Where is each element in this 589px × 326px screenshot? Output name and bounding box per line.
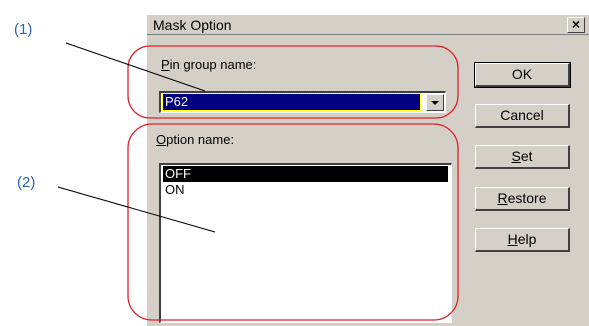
restore-button[interactable]: Restore <box>475 187 570 211</box>
callout-label-2: (2) <box>17 174 36 191</box>
help-button-label: Help <box>507 231 537 247</box>
pin-group-label: Pin group name: <box>161 57 256 72</box>
dropdown-arrow-icon[interactable] <box>426 94 444 111</box>
pin-group-value: P62 <box>162 93 421 111</box>
pin-group-select[interactable]: P62 <box>159 91 446 113</box>
ok-button[interactable]: OK <box>474 62 571 88</box>
close-icon: × <box>571 16 581 32</box>
option-item-off[interactable]: OFF <box>163 166 448 182</box>
option-item-on[interactable]: ON <box>163 182 448 198</box>
callout-label-1: (1) <box>14 21 33 38</box>
close-button[interactable]: × <box>567 17 585 33</box>
restore-button-label: Restore <box>497 190 547 206</box>
help-button[interactable]: Help <box>475 228 570 252</box>
title-bar[interactable]: Mask Option × <box>147 15 589 35</box>
set-button[interactable]: Set <box>475 145 570 169</box>
pin-group-label-text: Pin group name: <box>161 57 257 72</box>
option-name-label-text: Option name: <box>156 132 235 147</box>
cancel-button[interactable]: Cancel <box>475 104 570 128</box>
option-listbox[interactable]: OFF ON <box>159 163 452 323</box>
mask-option-dialog: Mask Option × Pin group name: P62 Option… <box>145 13 589 326</box>
set-button-label: Set <box>511 148 533 164</box>
option-name-label: Option name: <box>156 132 234 147</box>
dialog-title: Mask Option <box>153 17 232 33</box>
